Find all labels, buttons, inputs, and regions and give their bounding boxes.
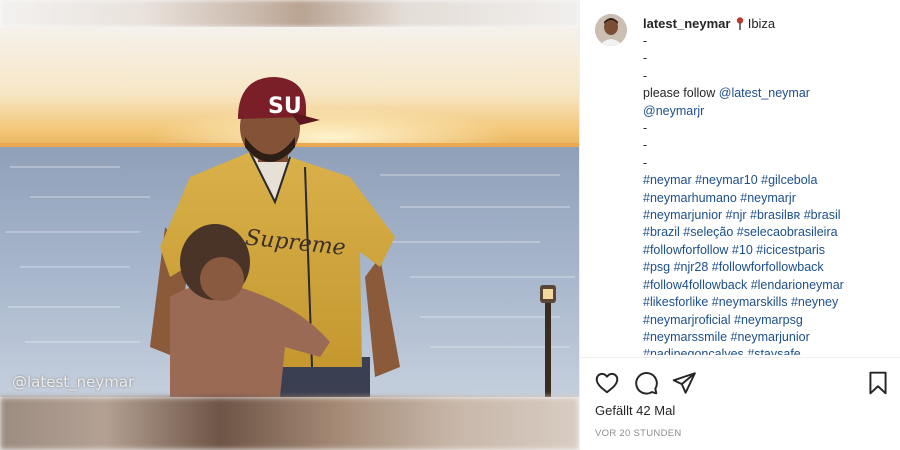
bookmark-icon [869, 371, 887, 395]
username-link[interactable]: latest_neymar [643, 16, 730, 31]
hashtag-line[interactable]: #psg #njr28 #followforfollowback [643, 259, 888, 276]
like-button[interactable] [594, 370, 620, 396]
hashtag-line[interactable]: #nadinegoncalves #staysafe [643, 346, 888, 355]
caption-dash-line: - [643, 138, 648, 153]
comment-button[interactable] [633, 370, 659, 396]
post-actions [580, 366, 900, 398]
hashtag-line[interactable]: #follow4followback #lendarioneymar [643, 277, 888, 294]
hashtag-line[interactable]: #neymarjunior #njr #brasilʙʀ #brasil [643, 207, 888, 224]
likes-count[interactable]: Gefällt 42 Mal [595, 403, 675, 418]
location-link[interactable]: Ibiza [748, 16, 775, 31]
location-pin-icon [736, 17, 744, 30]
caption-follow-line: please follow @latest_neymar [643, 85, 888, 102]
hashtag-line[interactable]: #neymarssmile #neymarjunior [643, 329, 888, 346]
avatar-image [595, 14, 627, 46]
caption-follow-text: please follow [643, 86, 719, 101]
post-details-panel: latest_neymar Ibiza - - - please follow … [580, 0, 900, 450]
mention-link-latest-neymar[interactable]: @latest_neymar [719, 86, 810, 100]
comment-icon [635, 372, 658, 395]
caption-dash-line: - [643, 155, 648, 170]
media-blur-top [0, 0, 579, 27]
media-blur-bottom [0, 397, 579, 450]
hashtag-line[interactable]: #neymarjroficial #neymarpsg [643, 312, 888, 329]
heart-icon [595, 372, 619, 394]
caption-dash-line: - [643, 121, 648, 136]
avatar[interactable] [595, 14, 627, 46]
hashtag-line[interactable]: #followforfollow #10 #icicestparis [643, 242, 888, 259]
photo-scene: Supreme SU [0, 27, 579, 397]
hashtag-line[interactable]: #brazil #seleção #selecaobrasileira [643, 224, 888, 241]
hashtag-line[interactable]: #likesforlike #neymarskills #neyney [643, 294, 888, 311]
hashtag-line[interactable]: #neymarhumano #neymarjr [643, 190, 888, 207]
save-button[interactable] [865, 370, 891, 396]
cap-logo-text: SU [268, 94, 302, 119]
hashtag-line[interactable]: #neymar #neymar10 #gilcebola [643, 172, 888, 189]
caption-dash-line: - [643, 34, 648, 48]
photo-watermark: @latest_neymar [12, 373, 135, 391]
post-photo[interactable]: Supreme SU @latest_neymar [0, 27, 579, 397]
post-author: latest_neymar Ibiza [643, 16, 775, 31]
caption-dash-line: - [643, 51, 648, 66]
caption-dash-line: - [643, 68, 648, 83]
send-icon [672, 372, 696, 394]
share-button[interactable] [671, 370, 697, 396]
actions-divider [580, 357, 900, 358]
post-media-area: Supreme SU @latest_neymar [0, 0, 579, 450]
post-timestamp[interactable]: VOR 20 STUNDEN [595, 428, 682, 439]
post-caption: - - - please follow @latest_neymar @neym… [643, 33, 888, 355]
mention-link-neymarjr[interactable]: @neymarjr [643, 103, 888, 120]
